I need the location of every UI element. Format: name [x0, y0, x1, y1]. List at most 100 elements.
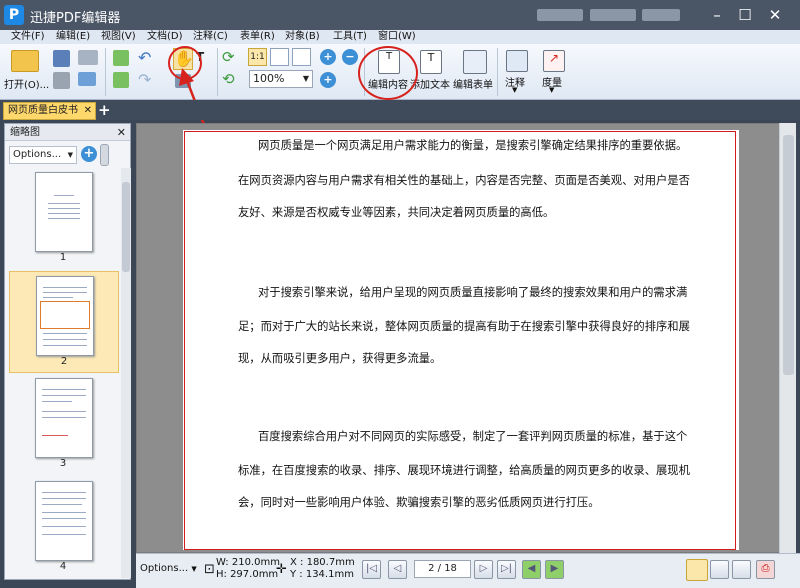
page-number-input[interactable]: 2 / 18 — [414, 560, 471, 578]
maximize-button[interactable]: ☐ — [731, 4, 759, 26]
undo-icon[interactable]: ↶ — [138, 48, 158, 67]
blurred-account-area — [537, 9, 583, 21]
actual-size-icon[interactable]: 1:1 — [248, 48, 267, 66]
menu-bar: 文件(F) 编辑(E) 视图(V) 文档(D) 注释(C) 表单(R) 对象(B… — [0, 30, 800, 44]
thumbnail-scrollbar[interactable] — [121, 168, 131, 578]
page-thumbnail — [35, 378, 93, 458]
blurred-account-area — [642, 9, 680, 21]
visible-area-indicator — [40, 301, 90, 329]
menu-view[interactable]: 视图(V) — [101, 30, 136, 44]
document-text-line: 在网页资源内容与用户需求有相关性的基础上，内容是否完整、页面是否美观、对用户是否 — [238, 174, 690, 187]
email-icon[interactable] — [78, 72, 96, 86]
menu-file[interactable]: 文件(F) — [11, 30, 45, 44]
page-content-border — [184, 131, 736, 550]
thumbnail-item[interactable]: 1 — [9, 168, 117, 268]
page-size-icon: ⊡ — [204, 562, 215, 577]
last-page-button[interactable]: ▷| — [497, 560, 516, 579]
measure-button[interactable]: ↗ 度量 ▼ — [538, 48, 568, 96]
status-options-dropdown[interactable]: Options... ▼ — [140, 563, 197, 574]
open-button[interactable]: 打开(O)... — [4, 48, 49, 96]
document-text-line: 百度搜索综合用户对不同网页的实际感受，制定了一套评判网页质量的标准，基于这个 — [258, 430, 688, 443]
edit-form-button[interactable]: 编辑表单 — [452, 48, 496, 96]
next-page-button[interactable]: ▷ — [474, 560, 493, 579]
single-page-view-icon[interactable] — [686, 559, 708, 581]
scanner-icon[interactable] — [78, 50, 98, 65]
menu-form[interactable]: 表单(R) — [240, 30, 275, 44]
first-page-button[interactable]: |◁ — [362, 560, 381, 579]
menu-document[interactable]: 文档(D) — [147, 30, 183, 44]
thumbnail-item[interactable]: 3 — [9, 374, 117, 474]
thumbnail-size-slider[interactable] — [100, 144, 109, 166]
annotate-icon — [506, 50, 528, 72]
chevron-down-icon: ▼ — [302, 74, 309, 83]
document-text-line: 网页质量是一个网页满足用户需求能力的衡量，是搜索引擎确定结果排序的重要依据。 — [258, 139, 688, 152]
zoom-out-icon[interactable]: − — [342, 49, 358, 65]
menu-tools[interactable]: 工具(T) — [333, 30, 367, 44]
document-text-line: 标准，在百度搜索的收录、排序、展现环境进行调整，给高质量的网页更多的收录、展现机 — [238, 464, 690, 477]
add-text-icon: T — [420, 50, 442, 74]
document-scrollbar[interactable] — [779, 123, 796, 553]
status-bar: Options... ▼ ⊡ W: 210.0mm H: 297.0mm ✛ X… — [136, 553, 800, 588]
close-tab-icon[interactable]: ✕ — [84, 103, 92, 119]
tab-document[interactable]: 网页质量白皮书 ✕ — [3, 102, 96, 120]
save-icon[interactable] — [53, 50, 70, 67]
page-thumbnail — [35, 172, 93, 252]
tab-bar — [0, 100, 800, 120]
window-title: 迅捷PDF编辑器 — [30, 11, 121, 26]
zoom-select[interactable]: 100% ▼ — [249, 70, 313, 88]
close-panel-icon[interactable]: ✕ — [117, 124, 126, 141]
add-tab-icon[interactable]: + — [98, 101, 111, 119]
measure-icon: ↗ — [543, 50, 565, 72]
zoom-in-icon[interactable]: + — [81, 146, 97, 162]
menu-object[interactable]: 对象(B) — [285, 30, 320, 44]
document-text-line: 对于搜索引擎来说，给用户呈现的网页质量直接影响了最终的搜索效果和用户的需求满 — [258, 286, 688, 299]
menu-comment[interactable]: 注释(C) — [193, 30, 228, 44]
import-icon[interactable] — [113, 50, 129, 66]
zoom-add-icon[interactable]: + — [320, 72, 336, 88]
blurred-account-area — [590, 9, 636, 21]
thumbnail-item[interactable]: 4 — [9, 477, 117, 577]
page-width-value: W: 210.0mm — [216, 557, 280, 568]
zoom-in-icon[interactable]: + — [320, 49, 336, 65]
thumbnail-options-dropdown[interactable]: Options... ▼ — [9, 146, 77, 164]
page-thumbnail — [35, 481, 93, 561]
close-window-button[interactable]: ✕ — [761, 4, 789, 26]
cursor-position-icon: ✛ — [276, 562, 287, 577]
menu-window[interactable]: 窗口(W) — [378, 30, 416, 44]
redo-icon[interactable]: ↷ — [138, 70, 158, 89]
scrollbar-thumb[interactable] — [122, 182, 130, 272]
cursor-y-value: Y : 134.1mm — [290, 569, 354, 580]
continuous-view-icon[interactable] — [710, 560, 729, 579]
thumbnail-list: 1 2 3 4 — [9, 168, 119, 578]
fit-width-icon[interactable] — [292, 48, 311, 66]
menu-edit[interactable]: 编辑(E) — [56, 30, 90, 44]
page-height-value: H: 297.0mm — [216, 569, 279, 580]
pdf-icon[interactable]: ⎙ — [756, 560, 775, 579]
chevron-down-icon: ▼ — [549, 86, 555, 94]
forward-view-button[interactable]: ▶ — [545, 560, 564, 579]
thumbnail-item-selected[interactable]: 2 — [9, 271, 119, 373]
minimize-button[interactable]: – — [703, 4, 731, 26]
thumbnail-header: 缩略图 ✕ — [5, 124, 130, 141]
annotate-button[interactable]: 注释 ▼ — [501, 48, 531, 96]
export-icon[interactable] — [113, 72, 129, 88]
app-logo-icon: P — [4, 5, 24, 25]
thumbnail-panel: 缩略图 ✕ Options... ▼ + 1 2 3 4 — [4, 123, 131, 580]
folder-icon — [11, 50, 39, 72]
cursor-x-value: X : 180.7mm — [290, 557, 355, 568]
back-view-button[interactable]: ◀ — [522, 560, 541, 579]
document-text-line: 足；而对于广大的站长来说，整体网页质量的提高有助于在搜索引擎中获得良好的排序和展 — [238, 320, 690, 333]
highlight-circle — [358, 46, 418, 100]
document-text-line: 友好、来源是否权威专业等因素，共同决定着网页质量的高低。 — [238, 206, 555, 219]
chevron-down-icon: ▼ — [512, 86, 518, 94]
edit-form-icon — [463, 50, 487, 74]
print-icon[interactable] — [53, 72, 70, 89]
page-thumbnail — [36, 276, 94, 356]
scrollbar-thumb[interactable] — [783, 135, 794, 375]
previous-page-button[interactable]: ◁ — [388, 560, 407, 579]
document-text-line: 现，从而吸引更多用户，获得更多流量。 — [238, 352, 442, 365]
chevron-down-icon: ▼ — [67, 151, 73, 159]
fit-page-icon[interactable] — [270, 48, 289, 66]
facing-view-icon[interactable] — [732, 560, 751, 579]
rotate-cw-icon[interactable]: ⟳ — [222, 48, 240, 66]
